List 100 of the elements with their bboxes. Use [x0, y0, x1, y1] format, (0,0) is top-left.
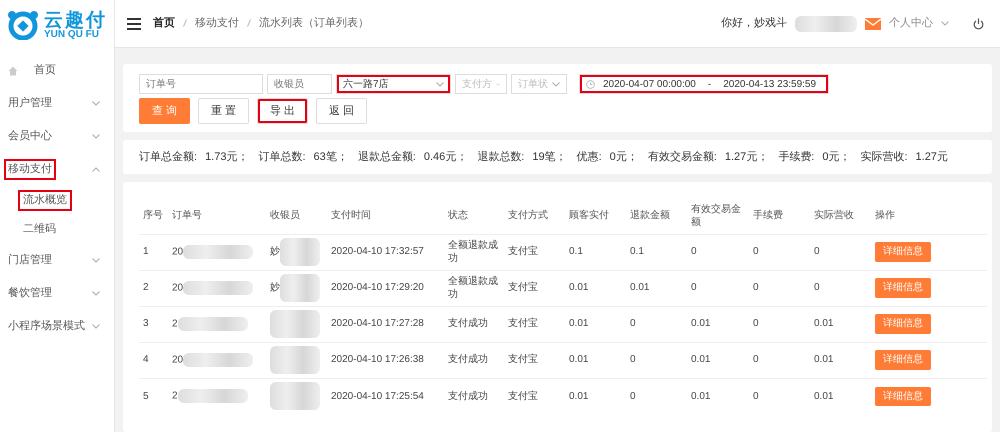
sidebar-item[interactable]: 餐饮管理 — [4, 283, 56, 304]
table-cell: 2 — [172, 390, 178, 402]
table-cell: 0 — [630, 318, 636, 330]
stat-label: 退款总数: — [477, 150, 524, 165]
table-cell: 0.01 — [569, 318, 588, 330]
table-cell: 5 — [143, 390, 149, 402]
table-cell: 0.01 — [630, 282, 650, 294]
table-cell: 2020-04-10 17:26:38 — [331, 354, 424, 366]
table-cell: 3 — [143, 318, 149, 330]
column-header: 操作 — [871, 198, 987, 234]
stat-value: 1.73元； — [205, 150, 248, 165]
table-cell: 全额退款成功 — [448, 240, 498, 264]
user-menu[interactable]: 个人中心 — [889, 15, 933, 32]
table-cell: 20 — [172, 354, 184, 366]
table-cell: 0.01 — [691, 318, 710, 330]
stat-label: 手续费: — [778, 150, 814, 165]
table-cell: 4 — [143, 354, 149, 366]
sidebar-item[interactable]: 门店管理 — [4, 250, 56, 271]
table-cell: 0 — [753, 282, 759, 294]
table-cell: 0 — [753, 390, 759, 402]
table-cell: 0 — [753, 354, 759, 366]
column-header: 实际营收 — [810, 198, 871, 234]
sidebar-subitem[interactable]: 流水概览 — [18, 190, 72, 211]
column-header: 支付时间 — [327, 198, 444, 234]
stat-label: 订单总数: — [258, 150, 306, 165]
table-cell: 0 — [814, 282, 820, 294]
table-cell: 0.01 — [569, 390, 588, 402]
table-cell: 全额退款成功 — [448, 276, 498, 300]
stat-value: 0.46元； — [424, 150, 468, 165]
stat-label: 退款总金额: — [358, 150, 416, 165]
stat-value: 1.27元 — [916, 150, 948, 165]
table-cell: 妙 — [270, 281, 280, 295]
table-cell: 支付宝 — [508, 246, 538, 258]
filter-button[interactable]: 导 出 — [257, 98, 308, 124]
sidebar-subitem[interactable]: 二维码 — [18, 219, 61, 240]
table-cell: 1 — [143, 246, 149, 258]
stat-value: 0元； — [610, 150, 638, 165]
table-cell: 0 — [753, 246, 759, 258]
table-cell: 支付成功 — [448, 390, 488, 402]
sidebar-item[interactable]: 会员中心 — [4, 126, 56, 147]
stat-value: 19笔； — [532, 150, 567, 165]
filter-button[interactable]: 重 置 — [198, 98, 250, 124]
table-cell: 0 — [630, 390, 636, 402]
stat-label: 订单总金额: — [139, 150, 198, 165]
table-cell: 20 — [172, 282, 184, 294]
column-header: 顾客实付 — [565, 198, 626, 234]
table-cell: 0 — [691, 246, 697, 258]
table-cell: 0.01 — [691, 390, 710, 402]
select-field[interactable]: 六一路7店 — [336, 74, 451, 94]
table-cell: 0.01 — [691, 354, 710, 366]
column-header: 退款金额 — [626, 198, 687, 234]
sidebar-item[interactable]: 移动支付 — [4, 159, 56, 180]
table-cell: 0 — [630, 354, 636, 366]
table-cell: 0 — [691, 282, 697, 294]
table-cell: 支付宝 — [508, 354, 538, 366]
table-cell: 0.01 — [814, 354, 834, 366]
table-cell: 0.01 — [569, 354, 588, 366]
table-cell: 支付宝 — [508, 390, 538, 402]
stat-value: 63笔； — [314, 150, 348, 165]
table-cell: 2 — [172, 318, 178, 330]
column-header: 支付方式 — [504, 198, 565, 234]
input-field[interactable]: 收银员 — [267, 74, 332, 94]
logo-subtitle: YUN QU FU — [44, 30, 99, 40]
column-header: 订单号 — [168, 198, 266, 234]
table-cell: 0.1 — [630, 246, 644, 258]
sidebar-item[interactable]: 小程序场景模式 — [4, 316, 89, 337]
stat-value: 1.27元； — [724, 150, 768, 165]
stat-label: 实际营收: — [860, 150, 908, 165]
sidebar-item[interactable]: 首页 — [30, 60, 60, 81]
table-cell: 2020-04-10 17:25:54 — [331, 390, 424, 402]
input-field[interactable]: 订单号 — [139, 74, 263, 94]
greeting-text: 你好，妙戏斗 — [721, 16, 787, 32]
sidebar-item[interactable]: 用户管理 — [4, 93, 56, 114]
column-header: 有效交易金额 — [687, 198, 749, 234]
table-cell: 2 — [143, 282, 149, 294]
table-cell: 0 — [753, 318, 759, 330]
stat-label: 有效交易金额: — [648, 150, 717, 165]
stat-label: 优惠: — [576, 150, 602, 165]
breadcrumb-link[interactable]: 首页 — [153, 15, 175, 32]
stat-value: 0元； — [822, 150, 850, 165]
table-cell: 0.01 — [814, 318, 834, 330]
table-cell: 2020-04-10 17:27:28 — [331, 318, 424, 330]
table-cell: 0.01 — [569, 282, 588, 294]
filter-button[interactable]: 返 回 — [316, 98, 368, 124]
table-cell: 0.01 — [814, 390, 834, 402]
date-range-field[interactable]: 2020-04-07 00:00:00 - 2020-04-13 23:59:59 — [579, 74, 829, 94]
logo-title: 云趣付 — [44, 10, 107, 30]
breadcrumb-link[interactable]: 移动支付 — [195, 15, 239, 32]
table-cell: 2020-04-10 17:32:57 — [331, 246, 424, 258]
table-cell: 支付宝 — [508, 282, 538, 294]
column-header: 收银员 — [266, 198, 327, 234]
column-header: 手续费 — [749, 198, 810, 234]
table-cell: 20 — [172, 246, 184, 258]
table-cell: 支付成功 — [448, 354, 488, 366]
breadcrumb-link[interactable]: 流水列表（订单列表） — [259, 15, 369, 32]
column-header: 状态 — [444, 198, 504, 234]
table-cell: 支付宝 — [508, 318, 538, 330]
table-cell: 0 — [814, 246, 820, 258]
table-cell: 2020-04-10 17:29:20 — [331, 282, 424, 294]
table-cell: 妙 — [270, 245, 280, 259]
